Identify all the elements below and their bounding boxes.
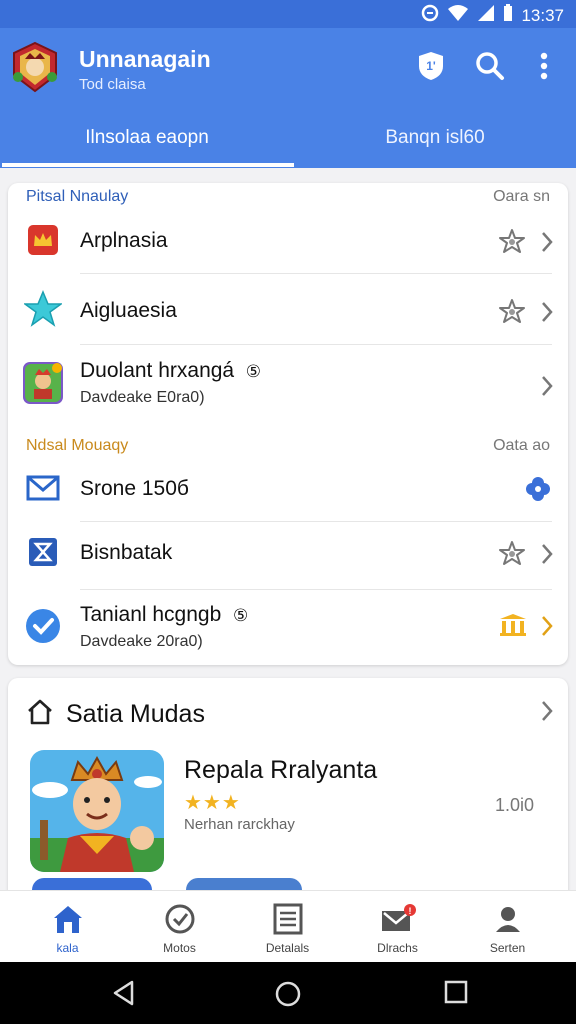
nav-label: Motos	[163, 941, 196, 955]
nav-label: Dlrachs	[377, 941, 418, 955]
mail-icon	[24, 469, 62, 507]
section-header-2-right: Oata ao	[493, 437, 550, 454]
list-item-label: Aigluaesia	[80, 299, 177, 322]
game-artwork[interactable]	[30, 750, 164, 872]
list-item-sub: Davdeake E0ra0)	[80, 389, 205, 406]
list-item[interactable]: Aigluaesia	[8, 287, 568, 343]
search-button[interactable]	[472, 48, 508, 84]
game-description: Nerhan rarckhay	[184, 816, 295, 833]
crown-badge-icon	[24, 221, 62, 259]
list-item-label: Bisnbatak	[80, 541, 173, 564]
list-card: Pitsal Nnaulay Oara sn Arplnasia Aigluae…	[8, 183, 568, 665]
section-header-1: Pitsal Nnaulay	[26, 188, 129, 205]
more-options-button[interactable]	[526, 48, 562, 84]
list-item-label: Duolant hrxangá ⑤	[80, 359, 262, 382]
home-button[interactable]	[274, 980, 302, 1013]
chevron-right-icon[interactable]	[540, 543, 554, 570]
nav-item-home[interactable]: kala	[10, 891, 125, 963]
divider	[80, 521, 552, 522]
search-icon	[476, 52, 504, 80]
list-item[interactable]: Srone 150б	[8, 467, 568, 519]
status-bar: 13:37	[0, 0, 576, 28]
app-title: Unnanagain	[79, 46, 211, 72]
mail-notification-icon: !	[380, 903, 416, 935]
list-item-label: Arplnasia	[80, 229, 168, 252]
wifi-icon	[447, 4, 469, 27]
home-circle-icon	[275, 981, 301, 1007]
shield-icon: 1'	[419, 52, 443, 80]
recents-square-icon	[444, 980, 468, 1004]
battery-icon	[503, 4, 513, 27]
badge-circle-icon: ⑤	[232, 606, 249, 625]
signal-icon	[477, 4, 495, 27]
section-header-1-right: Oara sn	[493, 188, 550, 205]
star-outline-icon[interactable]	[498, 539, 526, 572]
featured-card: Satia Mudas Repala Rralyanta ★★★ Nerhan …	[8, 678, 568, 908]
game-name: Repala Rralyanta	[184, 756, 378, 784]
nav-label: Detalals	[265, 941, 310, 955]
app-bar: Unnanagain Tod claisa 1' Ilnsolaa eaopn …	[0, 28, 576, 168]
star-rating: ★★★	[184, 792, 241, 814]
recents-button[interactable]	[444, 980, 468, 1009]
columns-gold-icon[interactable]	[498, 613, 528, 642]
list-item-label: Tanianl hcgngb ⑤	[80, 603, 249, 626]
check-circle-icon	[24, 607, 62, 645]
data-saver-icon	[421, 4, 439, 27]
svg-text:!: !	[409, 906, 412, 916]
list-item[interactable]: Arplnasia	[8, 219, 568, 273]
hourglass-icon	[24, 533, 62, 571]
star-outline-icon[interactable]	[498, 297, 526, 330]
tab-first[interactable]: Ilnsolaa eaopn	[0, 108, 294, 168]
list-icon	[270, 903, 306, 935]
star-teal-icon	[24, 290, 62, 328]
nav-label: Serten	[489, 941, 526, 955]
nav-label: kala	[56, 941, 79, 955]
home-icon	[50, 903, 86, 935]
nav-item-motos[interactable]: Motos	[122, 891, 237, 963]
list-item[interactable]: Bisnbatak	[8, 531, 568, 587]
divider	[80, 589, 552, 590]
tab-indicator	[2, 163, 294, 167]
badge-circle-icon: ⑤	[245, 362, 262, 381]
more-vert-icon	[540, 52, 548, 80]
list-item-label: Srone 150б	[80, 477, 189, 500]
list-item-sub: Davdeake 20ra0)	[80, 633, 203, 650]
chevron-right-icon[interactable]	[540, 375, 554, 402]
system-navigation-bar	[0, 962, 576, 1024]
svg-text:1': 1'	[426, 59, 436, 73]
back-triangle-icon	[113, 980, 134, 1006]
status-time: 13:37	[521, 5, 564, 25]
game-value: 1.0i0	[494, 795, 534, 815]
game-thumb-icon	[22, 361, 64, 405]
divider	[80, 344, 552, 345]
nav-item-messages[interactable]: ! Dlrachs	[340, 891, 455, 963]
chevron-right-icon[interactable]	[540, 231, 554, 258]
star-outline-icon[interactable]	[498, 227, 526, 260]
shield-button[interactable]: 1'	[413, 48, 449, 84]
tab-second[interactable]: Banqn isl60	[294, 108, 576, 168]
nav-item-details[interactable]: Detalals	[230, 891, 345, 963]
list-item[interactable]: Tanianl hcgngb ⑤ Davdeake 20ra0)	[8, 597, 568, 661]
back-button[interactable]	[112, 980, 136, 1011]
app-subtitle: Tod claisa	[79, 76, 146, 93]
list-item[interactable]: Duolant hrxangá ⑤ Davdeake E0ra0)	[8, 353, 568, 417]
featured-title: Satia Mudas	[66, 700, 205, 728]
chevron-right-icon[interactable]	[540, 700, 554, 727]
bottom-navigation: kala Motos Detalals ! Dlrachs Serten	[0, 890, 576, 963]
flower-badge-icon[interactable]	[524, 475, 552, 508]
tab-bar: Ilnsolaa eaopn Banqn isl60	[0, 108, 576, 168]
chevron-right-icon[interactable]	[540, 301, 554, 328]
section-header-2: Ndsal Mouaqy	[26, 437, 129, 454]
app-logo	[10, 41, 60, 93]
home-outline-icon	[26, 698, 54, 731]
nav-item-settings[interactable]: Serten	[450, 891, 565, 963]
chevron-right-icon[interactable]	[540, 615, 554, 642]
divider	[80, 273, 552, 274]
shield-check-icon	[162, 903, 198, 935]
person-icon	[490, 903, 526, 935]
